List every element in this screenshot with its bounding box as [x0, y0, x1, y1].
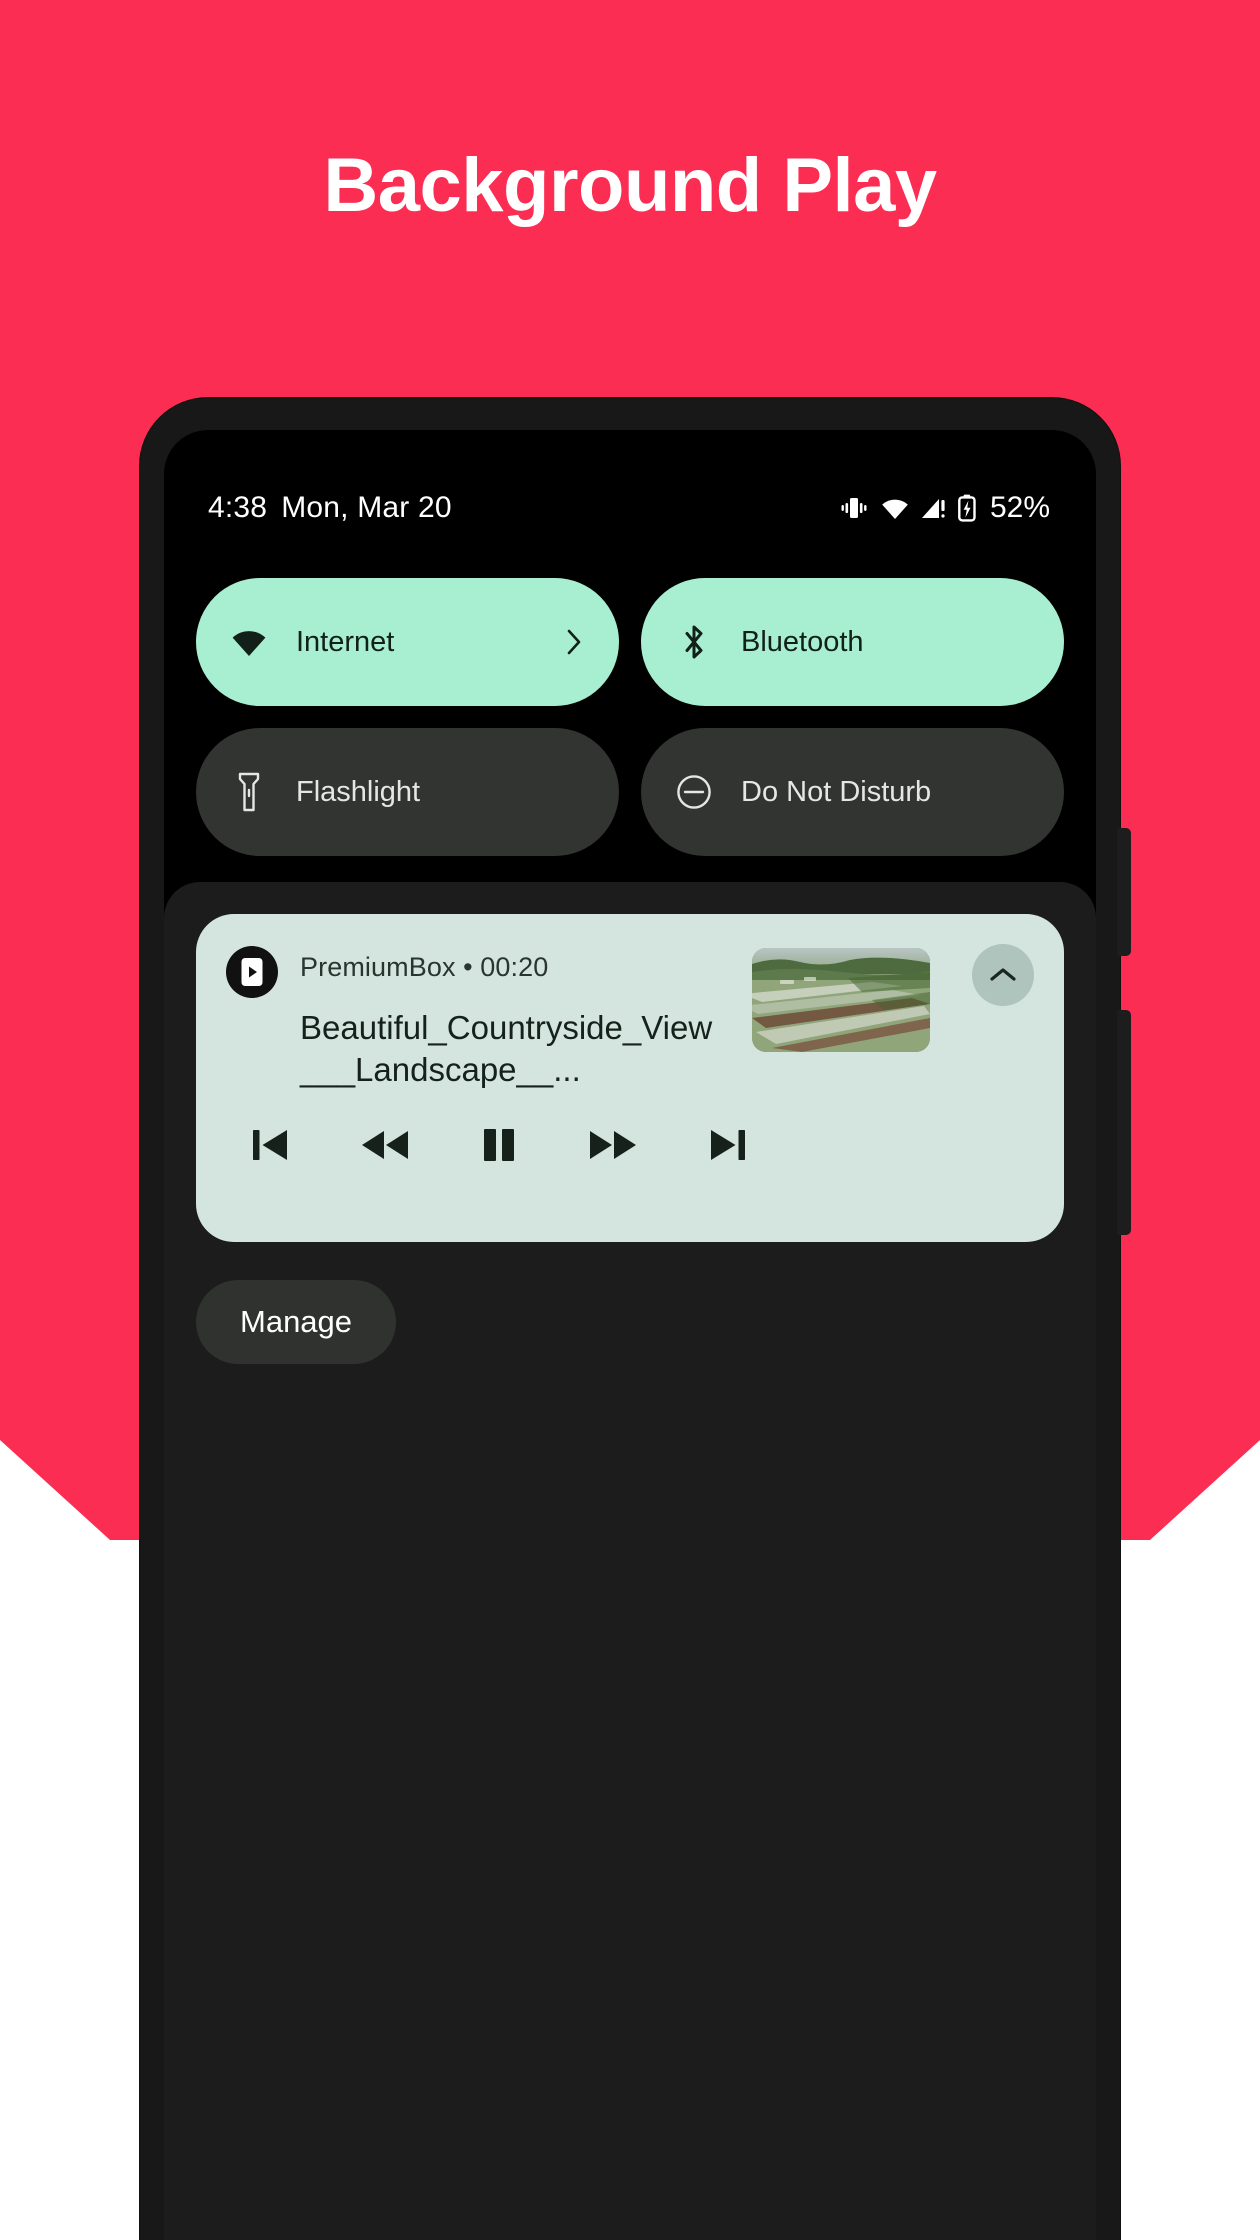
- qs-tile-flashlight-label: Flashlight: [296, 775, 421, 808]
- bluetooth-icon: [675, 623, 713, 661]
- page-title: Background Play: [323, 143, 937, 228]
- phone-side-button-volume[interactable]: [1117, 1010, 1131, 1235]
- notification-shade: PremiumBox • 00:20 Beautiful_Countryside…: [164, 882, 1096, 2240]
- skip-previous-button[interactable]: [240, 1117, 302, 1173]
- media-notification-header: PremiumBox • 00:20 Beautiful_Countryside…: [226, 942, 1034, 1091]
- media-controls: [226, 1117, 1034, 1173]
- rewind-button[interactable]: [354, 1117, 416, 1173]
- qs-tile-bluetooth-label: Bluetooth: [741, 625, 864, 658]
- manage-button[interactable]: Manage: [196, 1280, 397, 1364]
- media-app-and-elapsed: PremiumBox • 00:20: [300, 952, 549, 982]
- quick-settings-row-1: Internet Bluetooth: [196, 578, 1064, 706]
- media-thumbnail: [752, 948, 930, 1052]
- vibrate-icon: [839, 494, 869, 522]
- qs-tile-internet[interactable]: Internet: [196, 578, 619, 706]
- media-track-title: Beautiful_Countryside_View___Landscape__…: [300, 1009, 713, 1089]
- qs-tile-bluetooth[interactable]: Bluetooth: [641, 578, 1064, 706]
- phone-mockup: 4:38 Mon, Mar 20 52% Internet Bluetooth …: [140, 398, 1131, 2240]
- battery-charging-icon: [958, 494, 976, 522]
- collapse-notification-button[interactable]: [972, 944, 1034, 1006]
- status-time: 4:38: [208, 491, 268, 524]
- skip-next-button[interactable]: [696, 1117, 758, 1173]
- quick-settings-row-2: Flashlight Do Not Disturb: [196, 728, 1064, 856]
- media-notification-card[interactable]: PremiumBox • 00:20 Beautiful_Countryside…: [196, 914, 1064, 1242]
- flashlight-icon: [230, 772, 268, 812]
- qs-tile-do-not-disturb[interactable]: Do Not Disturb: [641, 728, 1064, 856]
- media-notification-meta: PremiumBox • 00:20 Beautiful_Countryside…: [300, 942, 730, 1091]
- play-in-rounded-square-icon: [226, 946, 278, 998]
- phone-screen: 4:38 Mon, Mar 20 52% Internet Bluetooth …: [164, 430, 1096, 2240]
- phone-side-button-power[interactable]: [1117, 828, 1131, 956]
- fast-forward-button[interactable]: [582, 1117, 644, 1173]
- quick-settings-panel: Internet Bluetooth Flashlight Do Not Dis…: [164, 578, 1096, 878]
- status-date: Mon, Mar 20: [281, 491, 452, 524]
- pause-button[interactable]: [468, 1117, 530, 1173]
- wifi-icon: [230, 623, 268, 661]
- status-bar: 4:38 Mon, Mar 20 52%: [164, 478, 1096, 538]
- wifi-icon: [880, 496, 910, 520]
- chevron-right-icon[interactable]: [563, 627, 585, 657]
- qs-tile-do-not-disturb-label: Do Not Disturb: [741, 775, 932, 808]
- qs-tile-internet-label: Internet: [296, 625, 395, 658]
- status-bar-right: 52%: [839, 491, 1050, 525]
- cellular-signal-icon: [921, 496, 947, 520]
- do-not-disturb-icon: [675, 773, 713, 811]
- qs-tile-flashlight[interactable]: Flashlight: [196, 728, 619, 856]
- status-bar-left: 4:38 Mon, Mar 20: [208, 491, 452, 525]
- promo-screenshot: Background Play 4:38 Mon, Mar 20 52% Int…: [0, 0, 1260, 2240]
- manage-button-label: Manage: [240, 1304, 353, 1339]
- battery-percentage: 52%: [989, 491, 1050, 524]
